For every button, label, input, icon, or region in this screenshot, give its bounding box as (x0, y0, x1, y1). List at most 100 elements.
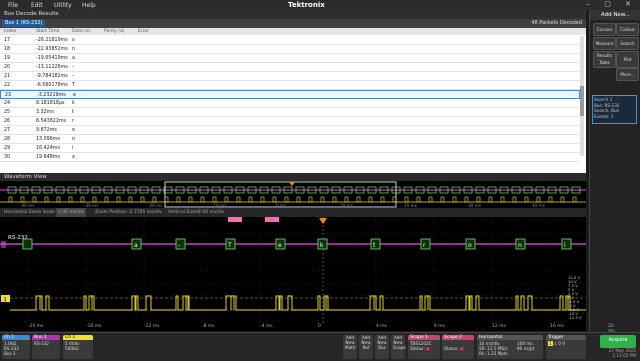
scope1-badge[interactable]: Scope 1 TBS1202C Status: ● (408, 335, 440, 359)
menu-file[interactable]: File (8, 2, 18, 9)
callout-button[interactable]: Callout (616, 23, 639, 36)
search-line3: Events: 1 (594, 113, 614, 119)
zoom-position-value[interactable]: -2.7795 ms/div (128, 208, 162, 217)
horizontal-record-length: RL: 1.25 Mpts (479, 351, 508, 356)
trigger-badge[interactable]: Trigger 1 ⎍ 0 V (546, 335, 586, 359)
add-new-bus-button[interactable]: Add New Bus (375, 335, 389, 359)
cursors-button[interactable]: Cursors (593, 23, 616, 36)
scope2-badge[interactable]: Scope 2 Status: ● (442, 335, 474, 359)
trigger-row: 1 ⎍ 0 V (548, 341, 584, 346)
scope1-status-label: Status: (410, 346, 425, 351)
table-row[interactable]: 25 3.32ms t (0, 108, 580, 117)
table-row[interactable]: 22 -6.560178ms T (0, 81, 580, 90)
table-row[interactable]: 23 -3.23219ms e (0, 90, 580, 99)
cell-data: r (72, 119, 74, 124)
time-tick-label: -4 ms (260, 324, 273, 329)
time-tick-label: -8 ms (202, 324, 215, 329)
ch1-badge[interactable]: Ch 1 1.0kΩ RS-232 Bus 1 (2, 335, 30, 359)
bus-tab[interactable]: Bus 1 (RS-232) (2, 20, 46, 27)
table-row[interactable]: 19 -19.65419ms a (0, 54, 580, 63)
plot-button[interactable]: Plot (616, 51, 639, 68)
add-new-scope-button[interactable]: Add New Scope (391, 335, 406, 359)
table-row[interactable]: 20 -13.11226ms - (0, 63, 580, 72)
ch1-vertical-badge[interactable]: Ch 1 5 V/div 500kΩ (63, 335, 93, 359)
table-row[interactable]: 21 -9.784182ms - (0, 72, 580, 81)
cell-time: 19.648ms (36, 155, 60, 160)
time-tick-label: 4 ms (376, 324, 388, 329)
cell-index: 30 (4, 155, 11, 160)
cell-index: 29 (4, 146, 11, 151)
cell-data: n (72, 47, 76, 52)
window-controls[interactable]: – ▢ ✕ (587, 0, 637, 8)
cell-time: 16.424ms (36, 146, 60, 151)
trigger-source: 1 (548, 341, 553, 346)
waveform-view-title: Waveform View (0, 173, 586, 181)
results-subheader: Bus 1 (RS-232) 48 Packets Decoded (0, 19, 586, 28)
cell-time: 9.872ms (36, 128, 57, 133)
zoom-info-bar: Horizontal Zoom Scale 4.00 ms/div Zoom P… (0, 208, 586, 217)
cell-time: 6.543822ms (36, 119, 67, 124)
cell-index: 25 (4, 110, 11, 115)
cell-data: o (72, 128, 75, 133)
results-scrollbar[interactable] (580, 36, 584, 156)
cell-data: s (72, 38, 75, 43)
results-table-button[interactable]: Results Table (593, 51, 616, 68)
zoom-position-label: Zoom Position (95, 210, 127, 215)
more-button[interactable]: More... (616, 68, 639, 81)
time-tick-label: 8 ms (434, 324, 446, 329)
overview-waveform[interactable]: -40 ms -30 ms -20 ms -10 ms 0 ms 10 ms 20 ms 30… (0, 181, 586, 208)
cell-index: 26 (4, 119, 11, 124)
measure-button[interactable]: Measure (593, 37, 616, 50)
cell-time: -26.21819ms (36, 38, 68, 43)
ch1-badge-line3: Bus 1 (4, 351, 16, 356)
search-badge[interactable]: Search 1 Bus: RS-232 Search: Bus Events:… (592, 95, 637, 124)
column-parity[interactable]: Parity (a) (104, 28, 125, 35)
cell-time: -22.93852ms (36, 47, 68, 52)
ch1-vertical-line2: 500kΩ (65, 346, 79, 351)
status-dot-icon: ● (460, 346, 464, 351)
table-row[interactable]: 26 6.543822ms r (0, 117, 580, 126)
column-start-time[interactable]: Start Time (36, 28, 59, 35)
zoom-scale-value[interactable]: 4.00 ms/div (56, 208, 87, 217)
menu-bar: File Edit Utility Help Tektronix – ▢ ✕ (0, 0, 640, 10)
decoded-char-label: k (320, 242, 324, 249)
time-tick-label: -12 ms (144, 324, 160, 329)
ch1-marker-label: 1 (4, 297, 7, 303)
cell-data: k (72, 101, 75, 106)
cell-index: 27 (4, 128, 11, 133)
cell-time: -9.784182ms (36, 74, 68, 79)
menu-help[interactable]: Help (82, 2, 96, 9)
search-button[interactable]: Search (616, 37, 639, 50)
menu-edit[interactable]: Edit (31, 2, 43, 9)
right-panel: Add New... Cursors Callout Measure Searc… (589, 10, 640, 332)
clock: 27 May 2022 1:11:02 PM (596, 348, 636, 358)
vertical-zoom-value[interactable]: 2.00 ms/div (198, 208, 224, 217)
column-index[interactable]: Index (4, 28, 16, 35)
table-row[interactable]: 24 8.181818µs k (0, 99, 580, 108)
acquire-button[interactable]: Acquire (600, 335, 636, 348)
main-waveform-area[interactable]: RS-232 a - Te k t r o n i 1 12.5 V 10 V 7.5 V5 V 2.5 V… (0, 217, 609, 327)
bus1-badge[interactable]: Bus 1 RS-232 (32, 335, 60, 359)
table-row[interactable]: 30 19.648ms x (0, 153, 580, 162)
add-new-ref-button[interactable]: Add New Ref (359, 335, 373, 359)
table-row[interactable]: 28 13.096ms n (0, 135, 580, 144)
bus-packet-frame (22, 238, 33, 250)
horizontal-title: Horizontal (477, 335, 543, 340)
column-error[interactable]: Error (138, 28, 149, 35)
overview-trace: -40 ms -30 ms -20 ms -10 ms 0 ms 10 ms 20 ms 30… (0, 181, 586, 208)
add-new-header: Add New... (590, 10, 640, 20)
cell-index: 19 (4, 56, 11, 61)
table-row[interactable]: 17 -26.21819ms s (0, 36, 580, 45)
table-row[interactable]: 27 9.872ms o (0, 126, 580, 135)
table-row[interactable]: 29 16.424ms i (0, 144, 580, 153)
cursor-marker-b (265, 217, 279, 222)
add-new-math-button[interactable]: Add New Math (343, 335, 357, 359)
horizontal-badge[interactable]: Horizontal 10 ms/div SR: 12.5 MS/s RL: 1… (477, 335, 543, 359)
table-row[interactable]: 18 -22.93852ms n (0, 45, 580, 54)
scroll-thumb[interactable] (580, 86, 584, 116)
decoded-char-label: n (518, 242, 522, 249)
cell-data: t (72, 110, 74, 115)
vertical-zoom-label: Vertical Zoom (168, 210, 200, 215)
column-data[interactable]: Data (a) (72, 28, 90, 35)
menu-utility[interactable]: Utility (54, 2, 72, 9)
